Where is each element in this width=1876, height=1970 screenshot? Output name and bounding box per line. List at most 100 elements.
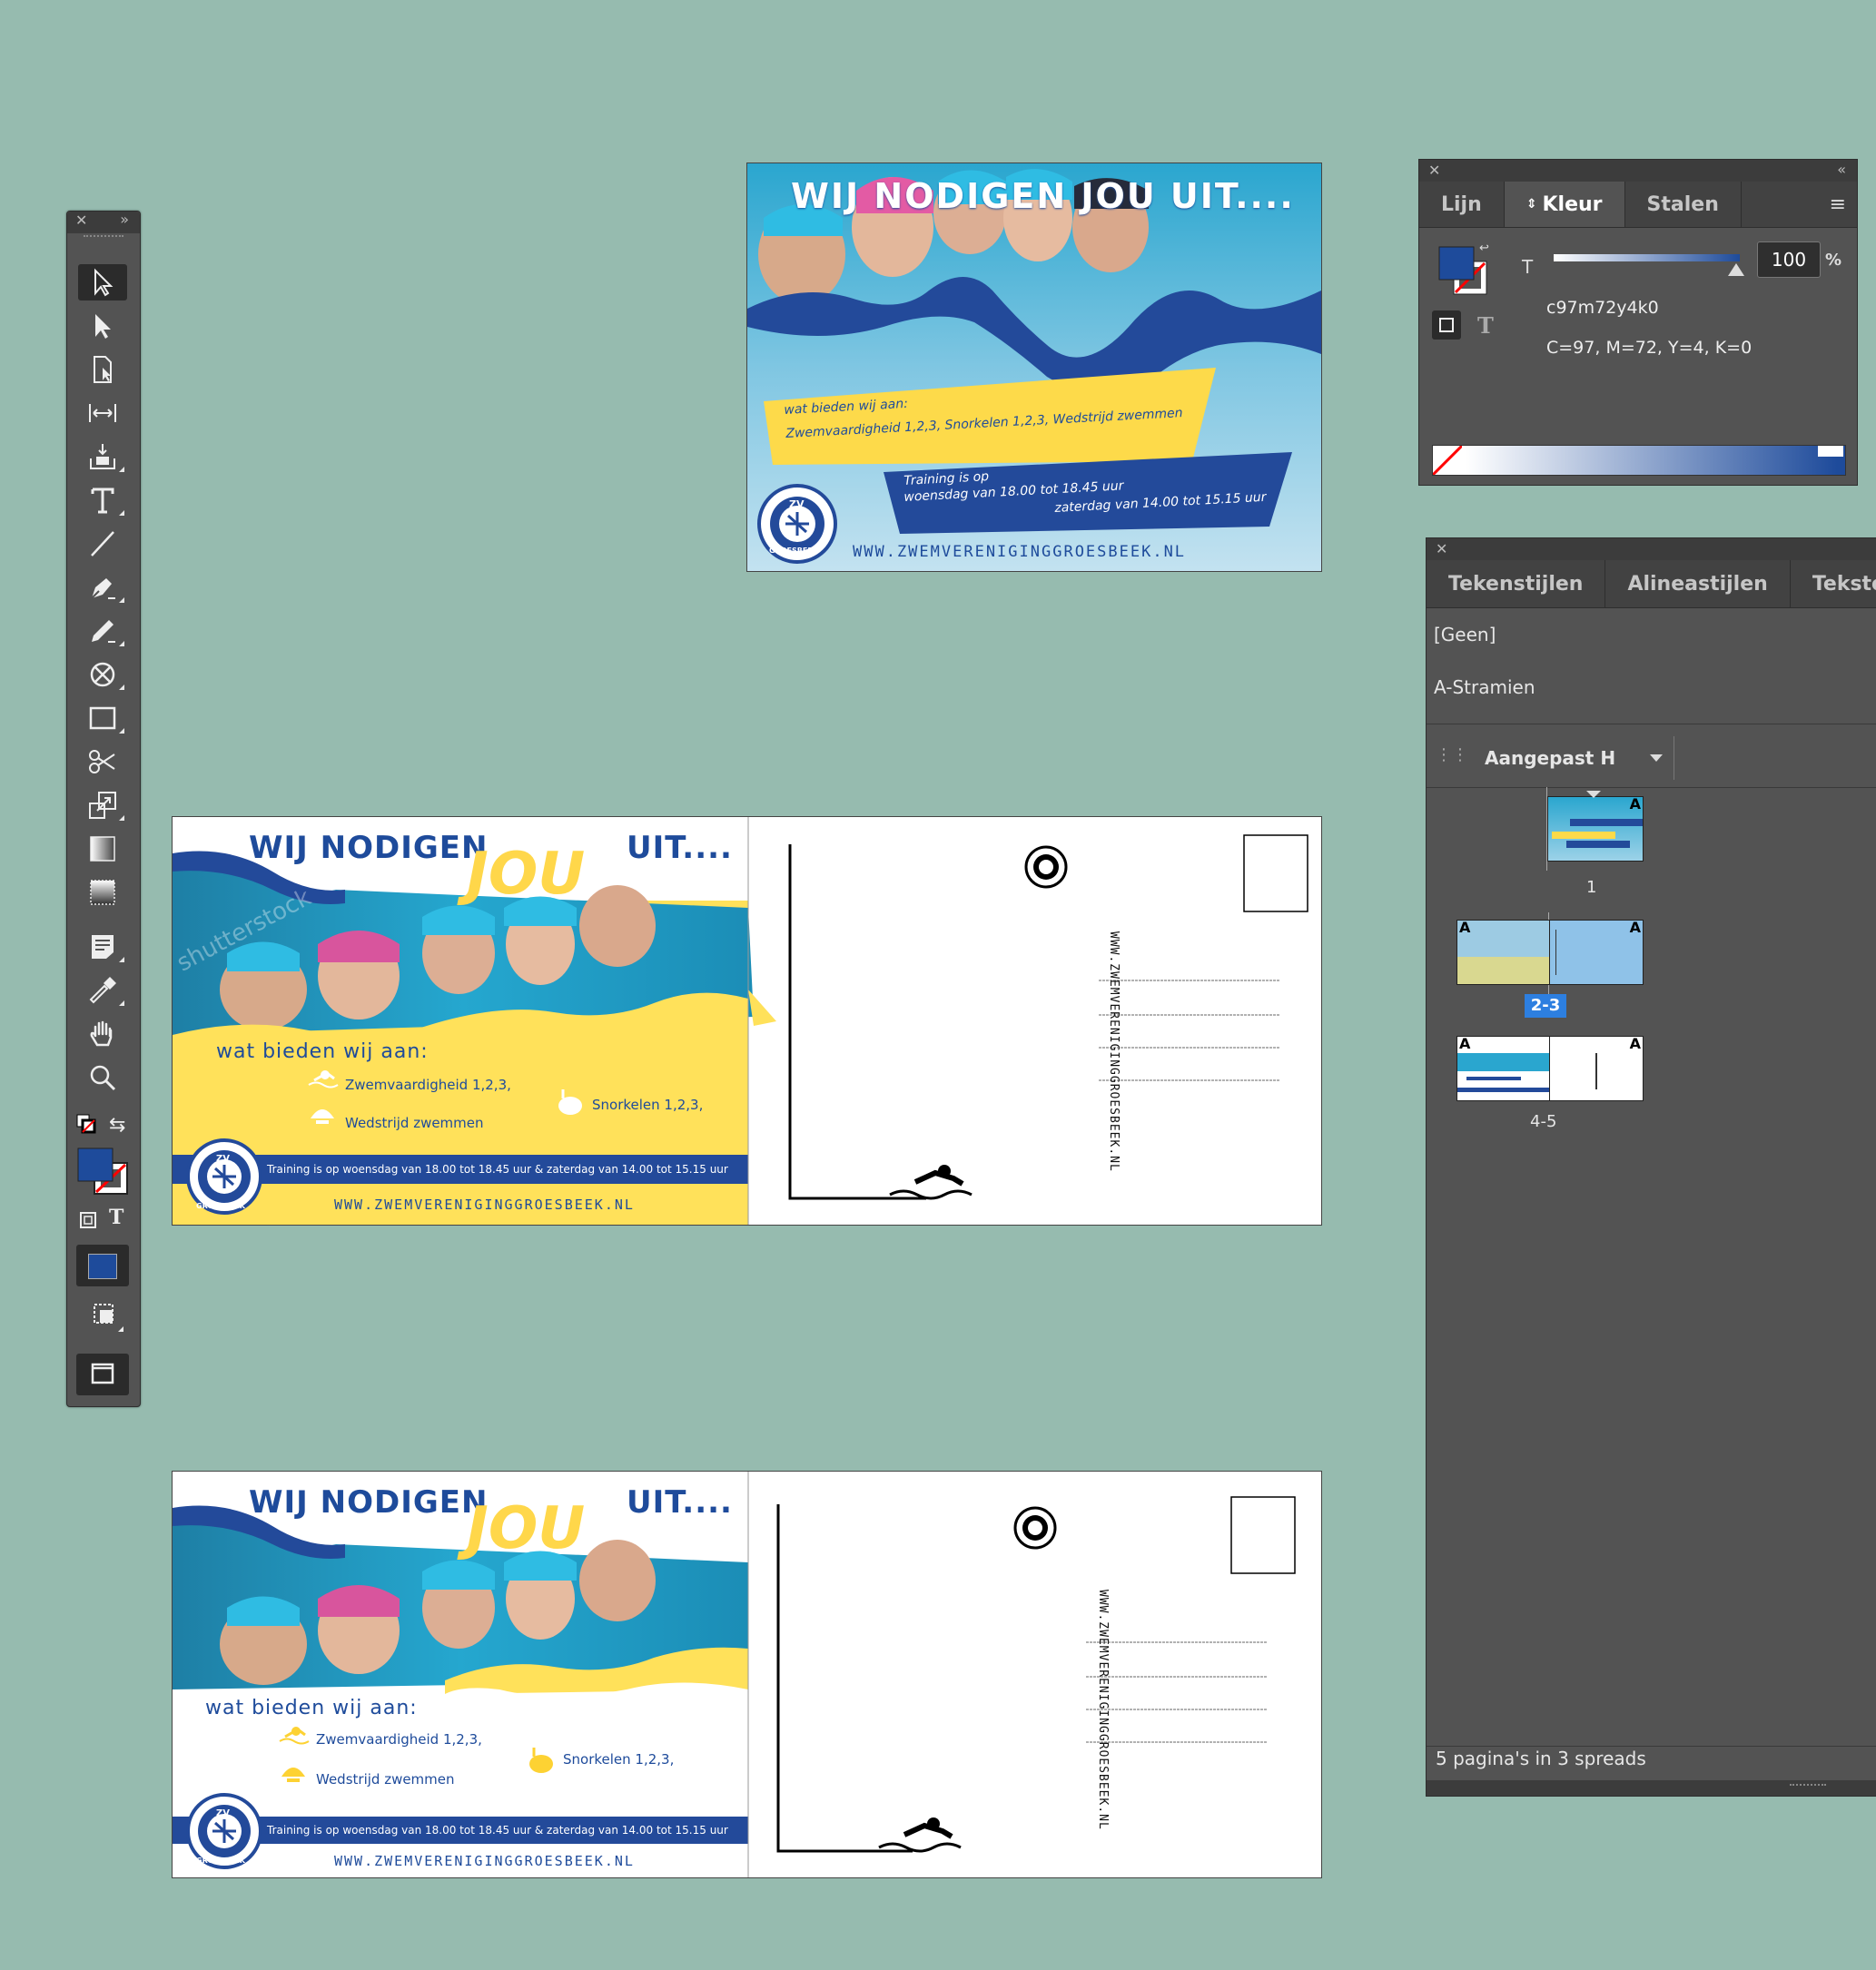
collapse-icon[interactable]: » [120, 211, 129, 228]
tab-kleur[interactable]: ⇕ Kleur [1504, 182, 1625, 227]
note-tool-icon[interactable] [78, 929, 127, 965]
page-5-thumbnail[interactable]: A [1549, 1035, 1644, 1101]
spread-4-5-title-right: UIT.... [627, 1484, 733, 1521]
none-swatch-icon[interactable] [1433, 446, 1462, 475]
formatting-container-button[interactable] [1432, 310, 1461, 340]
pages-panel: ✕ Tekenstijlen Alineastijlen Tekstom [Ge… [1426, 537, 1876, 1797]
collapse-icon[interactable]: « [1837, 161, 1846, 178]
page-1-title: WIJ NODIGEN JOU UIT.... [791, 176, 1295, 216]
spread-4-5-title-jou: JOU [467, 1495, 586, 1562]
swap-fill-stroke-icon[interactable]: ⇆ [109, 1114, 125, 1137]
chevron-down-icon[interactable] [1650, 754, 1663, 762]
spread-4-5-url: WWW.ZWEMVERENIGINGGROESBEEK.NL [334, 1853, 635, 1869]
tab-alineastijlen[interactable]: Alineastijlen [1605, 560, 1791, 607]
spread-2-3-title-left: WIJ NODIGEN [249, 830, 489, 866]
free-transform-tool-icon[interactable] [78, 787, 127, 823]
spread-4-5-logo-top: ZV [216, 1808, 230, 1818]
eyedropper-tool-icon[interactable] [78, 972, 127, 1009]
swimmer-icon [889, 1165, 973, 1200]
spread-4-5-artwork [173, 1472, 1321, 1877]
master-none[interactable]: [Geen] [1434, 624, 1496, 645]
type-tool-icon[interactable] [78, 482, 127, 518]
panel-menu-icon[interactable]: ≡ [1830, 182, 1857, 227]
master-marker: A [1459, 1035, 1471, 1052]
spread-2-3-item-3: Snorkelen 1,2,3, [592, 1097, 704, 1113]
address-lines [1099, 980, 1280, 1081]
stamp-box [1243, 834, 1308, 912]
zoom-tool-icon[interactable] [78, 1059, 127, 1096]
gradient-swatch-tool-icon[interactable] [78, 831, 127, 867]
gap-tool-icon[interactable] [78, 395, 127, 431]
spread-4-5-logo-bottom: GROESBEEK [196, 1857, 245, 1865]
spread-2-3[interactable]: WIJ NODIGEN JOU UIT.... shutterstock wat… [172, 816, 1322, 1226]
cmyk-values: C=97, M=72, Y=4, K=0 [1546, 338, 1753, 358]
gradient-feather-tool-icon[interactable] [78, 874, 127, 911]
swap-icon[interactable]: ↩ [1479, 241, 1489, 255]
tab-stalen[interactable]: Stalen [1625, 182, 1742, 227]
line-tool-icon[interactable] [78, 526, 127, 562]
stamp-box [1230, 1496, 1296, 1574]
tab-arrows-icon: ⇕ [1525, 197, 1537, 212]
page-1[interactable]: WIJ NODIGEN JOU UIT.... wat bieden wij a… [746, 163, 1322, 572]
tint-input[interactable]: 100 [1757, 241, 1821, 278]
formatting-text-button[interactable]: T [1477, 312, 1494, 339]
panel-grip[interactable] [84, 235, 123, 246]
page-1-logo-bottom: GROESBEEK [769, 547, 818, 555]
screen-mode-button[interactable] [76, 1354, 129, 1395]
spread-2-3-title-jou: JOU [467, 841, 586, 908]
rectangle-tool-icon[interactable] [78, 700, 127, 736]
page-3-thumbnail[interactable]: A [1549, 919, 1644, 985]
page-tool-icon[interactable] [78, 351, 127, 388]
page-1-url: WWW.ZWEMVERENIGINGGROESBEEK.NL [853, 543, 1187, 561]
grip-icon[interactable]: ⋮⋮ [1436, 745, 1468, 764]
panel-resize-bar[interactable] [1427, 1780, 1876, 1796]
spread-2-3-offer-heading: wat bieden wij aan: [216, 1040, 429, 1063]
close-icon[interactable]: ✕ [75, 212, 87, 229]
tint-slider[interactable] [1554, 254, 1740, 261]
normal-view-icon[interactable] [78, 1295, 129, 1334]
white-swatch[interactable] [1818, 446, 1843, 457]
fill-stroke-swatches[interactable] [76, 1147, 131, 1197]
close-icon[interactable]: ✕ [1436, 540, 1447, 557]
page-2-thumbnail[interactable]: A [1456, 919, 1551, 985]
master-marker: A [1629, 795, 1641, 813]
page-label-2-3[interactable]: 2-3 [1525, 994, 1566, 1018]
apply-color-button[interactable] [76, 1245, 129, 1286]
selection-tool-icon[interactable] [78, 264, 127, 300]
color-panel-titlebar[interactable]: ✕ « [1419, 160, 1857, 182]
spread-2-3-logo-bottom: GROESBEEK [196, 1202, 245, 1210]
direct-selection-tool-icon[interactable] [78, 308, 127, 344]
close-icon[interactable]: ✕ [1428, 162, 1440, 179]
spread-4-5-offer-heading: wat bieden wij aan: [205, 1697, 418, 1719]
page-1-artwork [747, 163, 1321, 571]
page-1-thumbnail[interactable]: A [1547, 795, 1644, 862]
formatting-container-icon[interactable] [78, 1210, 100, 1230]
formatting-text-icon[interactable]: T [109, 1206, 123, 1229]
view-dropdown[interactable]: Aangepast H [1485, 747, 1615, 769]
color-panel: ✕ « Lijn ⇕ Kleur Stalen ≡ ↩ T T 100 % c97… [1418, 159, 1858, 486]
spread-2-3-item-1: Zwemvaardigheid 1,2,3, [345, 1077, 511, 1093]
rectangle-frame-tool-icon[interactable] [78, 656, 127, 693]
spread-2-3-title-right: UIT.... [627, 830, 733, 866]
tab-lijn[interactable]: Lijn [1419, 182, 1505, 227]
default-fill-stroke-icon[interactable] [76, 1114, 96, 1134]
spread-4-5[interactable]: WIJ NODIGEN JOU UIT.... wat bieden wij a… [172, 1471, 1322, 1878]
page-label-1: 1 [1586, 878, 1597, 897]
pencil-tool-icon[interactable] [78, 613, 127, 649]
tint-slider-thumb[interactable] [1728, 263, 1744, 276]
spread-2-3-training: Training is op woensdag van 18.00 tot 18… [267, 1163, 728, 1176]
page-4-thumbnail[interactable]: A [1456, 1035, 1551, 1101]
tab-tekenstijlen[interactable]: Tekenstijlen [1427, 560, 1606, 607]
spread-2-3-url: WWW.ZWEMVERENIGINGGROESBEEK.NL [334, 1197, 635, 1213]
pages-panel-titlebar[interactable]: ✕ [1427, 538, 1876, 560]
pen-tool-icon[interactable] [78, 569, 127, 606]
content-collector-tool-icon[interactable] [78, 438, 127, 475]
master-a-stramien[interactable]: A-Stramien [1434, 676, 1535, 698]
hand-tool-icon[interactable] [78, 1016, 127, 1052]
spread-4-5-training: Training is op woensdag van 18.00 tot 18… [267, 1824, 728, 1837]
spread-2-3-item-2: Wedstrijd zwemmen [345, 1115, 484, 1131]
color-ramp[interactable] [1432, 445, 1846, 476]
scissors-tool-icon[interactable] [78, 744, 127, 780]
tools-panel-titlebar[interactable]: ✕ » [67, 211, 140, 233]
tab-tekstom[interactable]: Tekstom [1791, 560, 1876, 607]
